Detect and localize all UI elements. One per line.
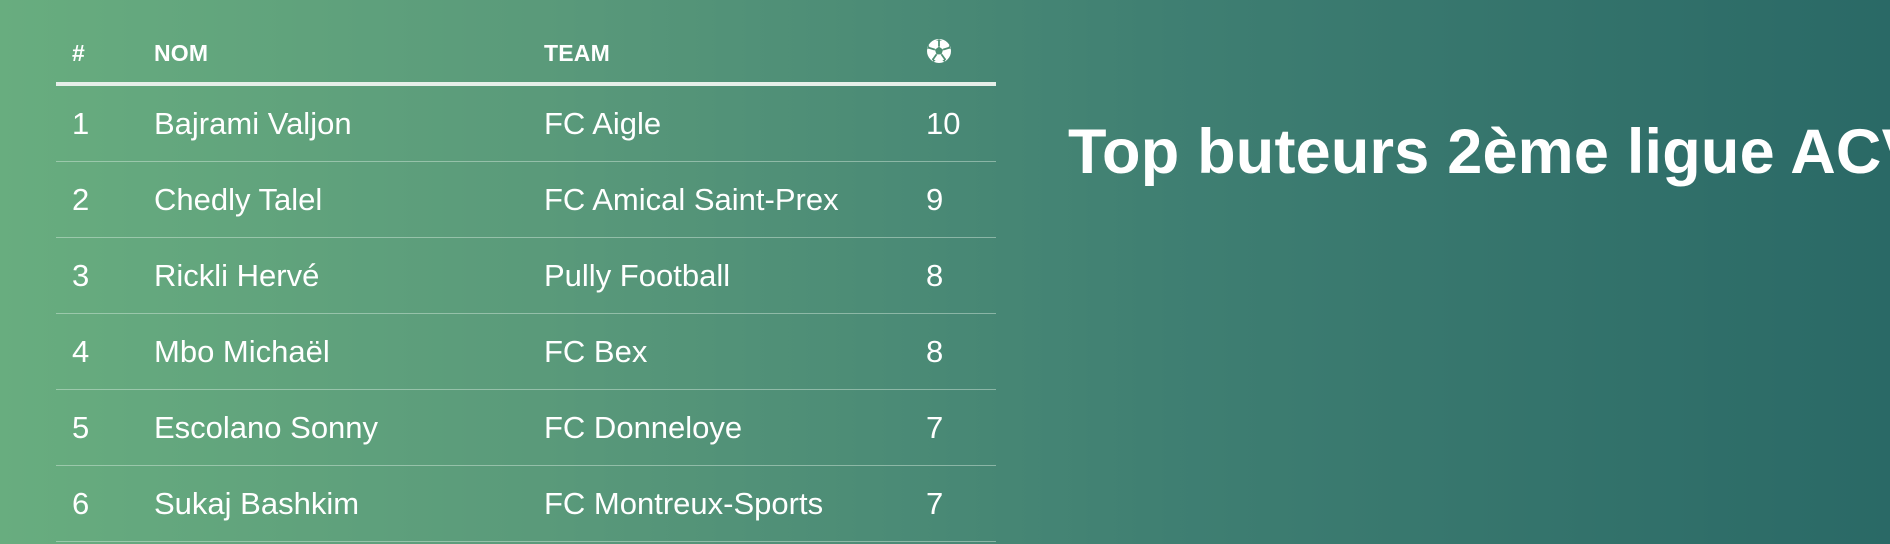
page-title: Top buteurs 2ème ligue ACVF: [1068, 117, 1890, 187]
rank-cell: 4: [72, 334, 90, 369]
goals-cell: 8: [926, 258, 944, 293]
table-row: 5 Escolano Sonny FC Donneloye 7: [56, 390, 996, 466]
table-row: 4 Mbo Michaël FC Bex 8: [56, 314, 996, 390]
goals-cell: 10: [926, 106, 961, 141]
player-name-cell: Chedly Talel: [154, 182, 323, 217]
table-row: 1 Bajrami Valjon FC Aigle 10: [56, 86, 996, 162]
player-name-cell: Escolano Sonny: [154, 410, 379, 445]
team-cell: FC Amical Saint-Prex: [544, 182, 839, 217]
goals-cell: 9: [926, 182, 944, 217]
table-row: 6 Sukaj Bashkim FC Montreux-Sports 7: [56, 466, 996, 542]
player-name-cell: Bajrami Valjon: [154, 106, 352, 141]
rank-column-header: #: [72, 40, 85, 66]
rank-cell: 6: [72, 486, 90, 521]
name-column-header: NOM: [154, 40, 209, 66]
team-cell: Pully Football: [544, 258, 731, 293]
soccer-ball-icon: [927, 39, 951, 63]
table-row: 3 Rickli Hervé Pully Football 8: [56, 238, 996, 314]
rank-cell: 3: [72, 258, 90, 293]
table-header: # NOM TEAM: [56, 0, 996, 86]
goals-cell: 8: [926, 334, 944, 369]
team-cell: FC Bex: [544, 334, 648, 369]
team-column-header: TEAM: [544, 40, 610, 66]
team-cell: FC Donneloye: [544, 410, 743, 445]
goals-cell: 7: [926, 486, 944, 521]
team-cell: FC Aigle: [544, 106, 662, 141]
player-name-cell: Mbo Michaël: [154, 334, 330, 369]
rank-cell: 5: [72, 410, 90, 445]
player-name-cell: Rickli Hervé: [154, 258, 320, 293]
table-row: 2 Chedly Talel FC Amical Saint-Prex 9: [56, 162, 996, 238]
rank-cell: 2: [72, 182, 90, 217]
player-name-cell: Sukaj Bashkim: [154, 486, 360, 521]
goals-cell: 7: [926, 410, 944, 445]
team-cell: FC Montreux-Sports: [544, 486, 824, 521]
top-scorers-table: # NOM TEAM 1 Bajrami Valjon FC Aigle 10 …: [56, 0, 996, 542]
rank-cell: 1: [72, 106, 90, 141]
